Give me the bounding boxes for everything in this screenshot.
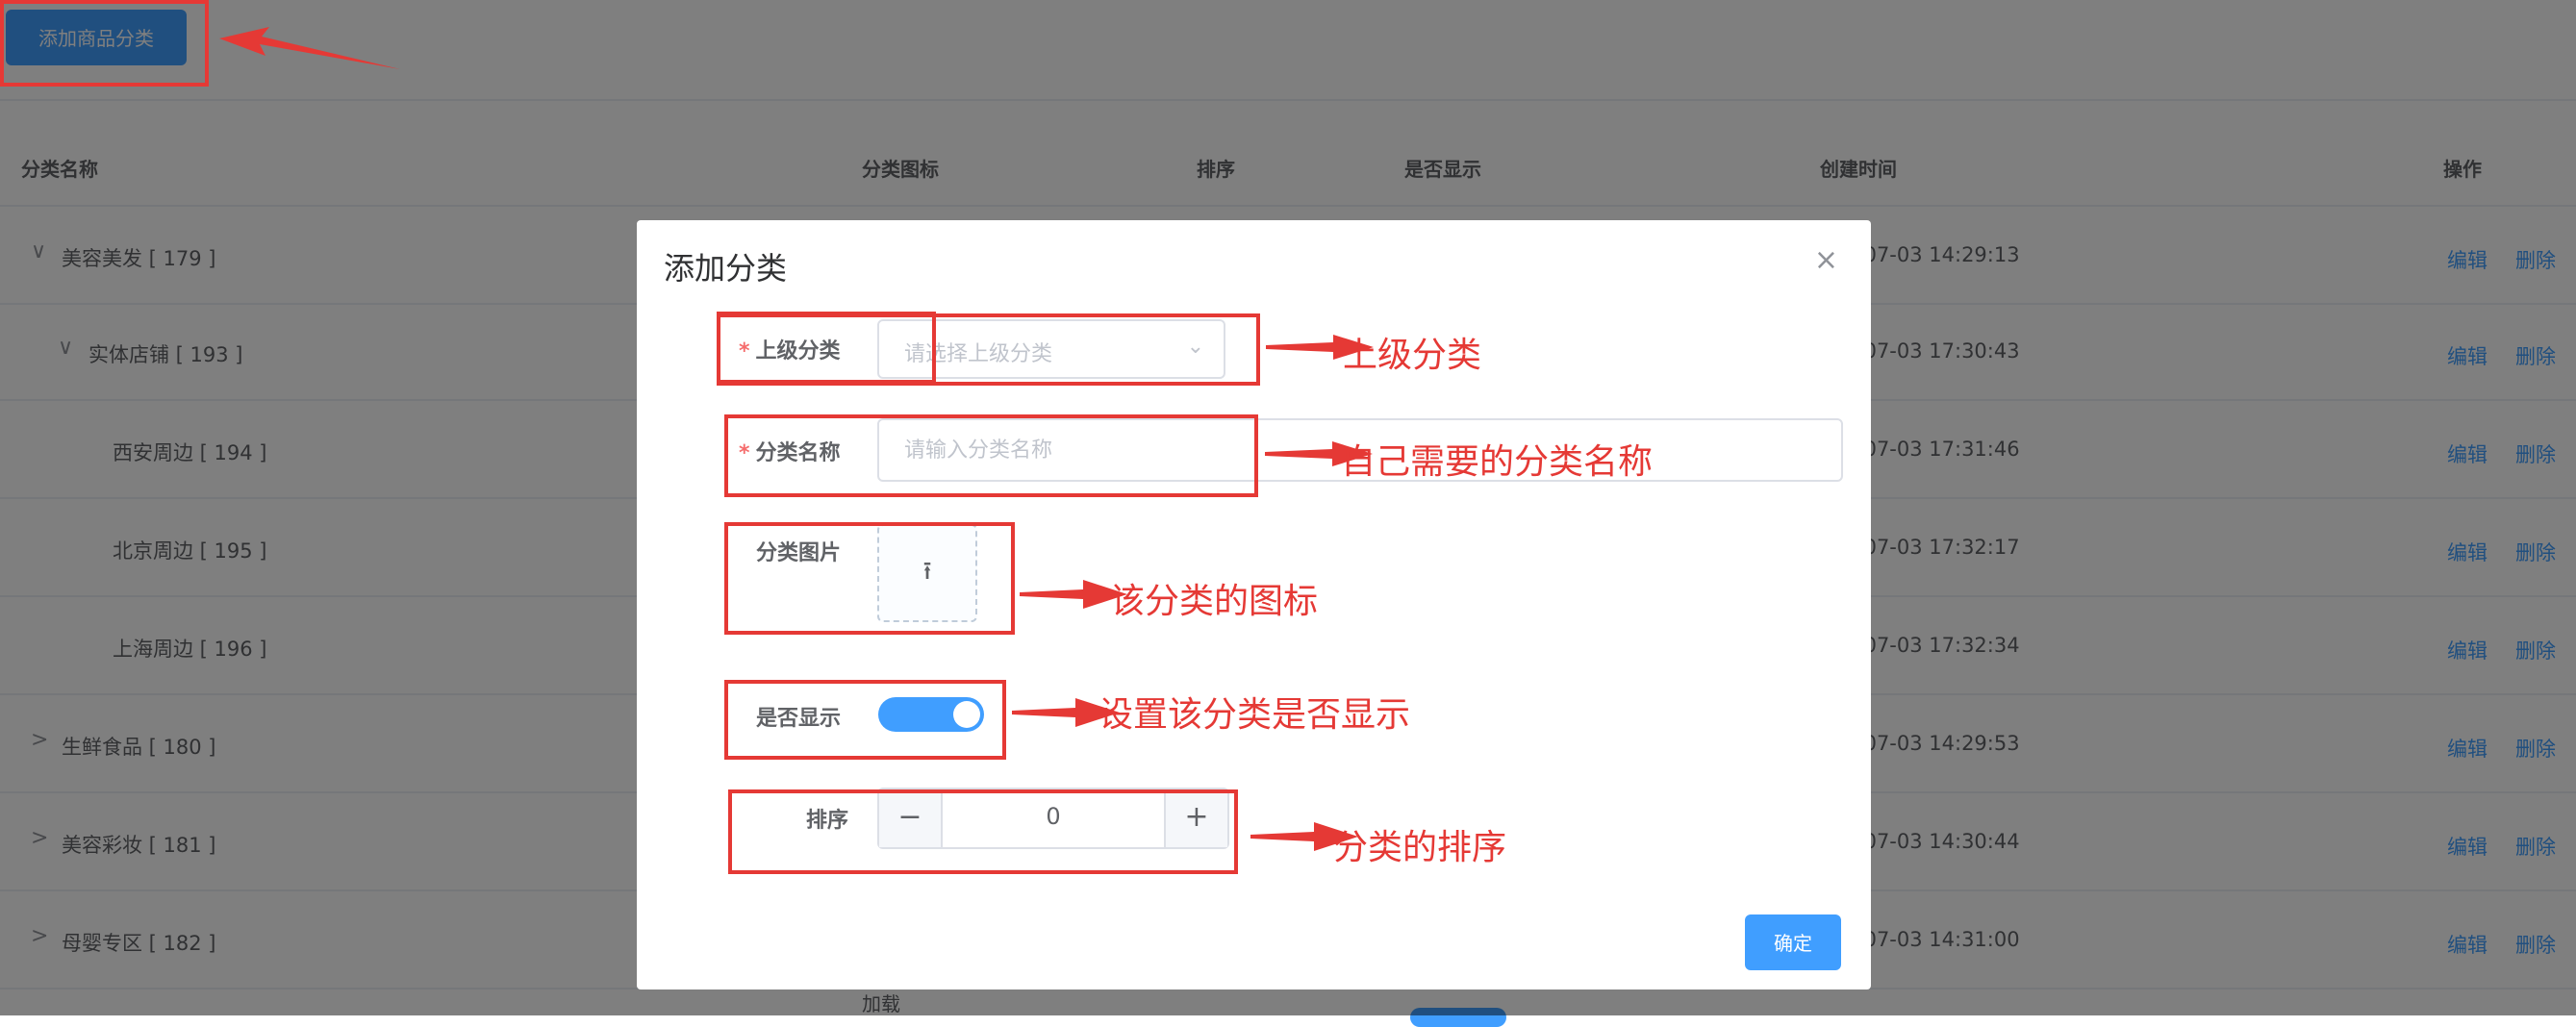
annotation-box-parent	[717, 313, 1260, 386]
annotation-name: 自己需要的分类名称	[1341, 442, 1654, 482]
annotation-box-name	[724, 414, 1258, 497]
confirm-button[interactable]: 确定	[1745, 914, 1841, 970]
annotation-show: 设置该分类是否显示	[1099, 695, 1411, 735]
annotation-parent: 上级分类	[1343, 336, 1482, 375]
annotation-sort: 分类的排序	[1333, 828, 1507, 867]
close-icon[interactable]: ×	[1814, 243, 1838, 277]
annotation-arrow-icon	[219, 27, 400, 69]
annotation-image: 该分类的图标	[1110, 582, 1319, 621]
dialog-title: 添加分类	[664, 250, 788, 287]
annotation-box	[0, 0, 209, 87]
annotation-box-sort	[728, 789, 1238, 874]
annotation-box-show	[724, 680, 1006, 760]
annotation-box-image	[724, 522, 1015, 635]
